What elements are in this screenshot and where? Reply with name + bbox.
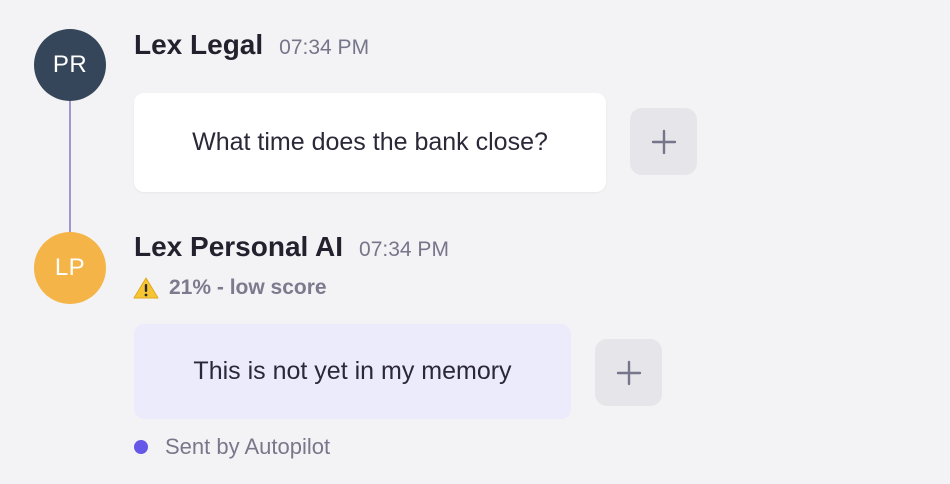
avatar-initials: PR bbox=[52, 51, 88, 78]
avatar: PR bbox=[34, 29, 106, 101]
avatar-initials: LP bbox=[54, 254, 86, 281]
sender-name: Lex Personal AI bbox=[134, 231, 344, 262]
message-header: Lex Legal 07:34 PM bbox=[134, 29, 369, 61]
message-header: Lex Personal AI 07:34 PM bbox=[134, 231, 449, 263]
status-dot-icon bbox=[134, 440, 148, 454]
add-button[interactable] bbox=[595, 339, 662, 406]
thread-connector-line bbox=[69, 101, 71, 232]
score-text: 21% - low score bbox=[169, 276, 327, 299]
warning-icon bbox=[133, 277, 159, 299]
add-button[interactable] bbox=[630, 108, 697, 175]
message-text: What time does the bank close? bbox=[192, 128, 548, 156]
message-timestamp: 07:34 PM bbox=[279, 36, 370, 59]
plus-icon bbox=[616, 360, 641, 385]
message-bubble: What time does the bank close? bbox=[134, 93, 606, 192]
status-text: Sent by Autopilot bbox=[165, 434, 331, 459]
message-bubble: This is not yet in my memory bbox=[134, 324, 571, 419]
message-text: This is not yet in my memory bbox=[193, 357, 512, 385]
sender-name: Lex Legal bbox=[134, 29, 264, 60]
message-timestamp: 07:34 PM bbox=[359, 238, 449, 261]
avatar: LP bbox=[34, 232, 106, 304]
sent-by-status: Sent by Autopilot bbox=[134, 434, 330, 460]
confidence-score: 21% - low score bbox=[133, 276, 327, 300]
plus-icon bbox=[651, 129, 676, 154]
